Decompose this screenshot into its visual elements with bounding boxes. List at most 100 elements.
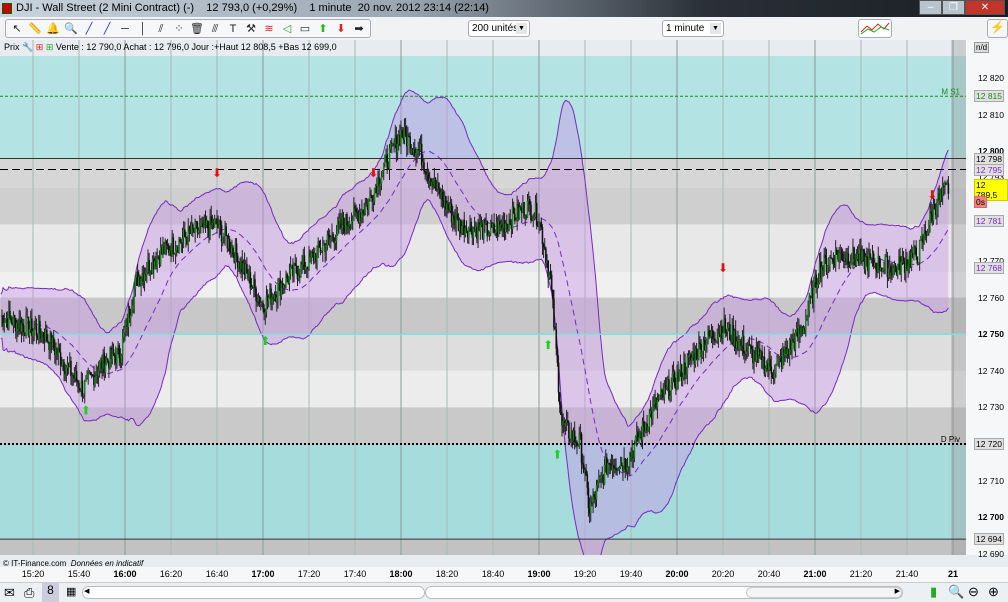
candle-body (63, 361, 65, 372)
candle-body (194, 221, 196, 233)
vertical-line-icon[interactable]: │ (136, 22, 150, 36)
credit-source: © IT-Finance.com (3, 559, 67, 568)
candle-body (23, 325, 25, 333)
candle-body (552, 289, 554, 299)
candle-body (890, 265, 892, 273)
alarm-icon[interactable]: 🔔 (46, 22, 60, 36)
points-icon[interactable]: ⁘ (172, 22, 186, 36)
magnifier-icon[interactable]: 🔍 (64, 22, 78, 36)
candle-body (526, 200, 529, 218)
price-chart[interactable]: M S1 D Piv ⬆ ⬆ ⬆ ⬆ ⬇ ⬇ ⬇ ⬇ (0, 40, 966, 555)
candle-body (617, 469, 620, 471)
scroll-right-icon[interactable]: ▶ (895, 587, 900, 595)
scroll-left-icon[interactable]: ◀ (84, 587, 89, 595)
parallel-icon[interactable]: ⫻ (208, 22, 222, 36)
background-band (0, 539, 966, 555)
time-tick: 16:40 (205, 569, 229, 579)
candle-body (213, 219, 216, 228)
close-button[interactable]: ✕ (965, 0, 1005, 15)
ruler-icon[interactable]: 📏 (28, 22, 42, 36)
line-icon[interactable]: ╱ (82, 22, 96, 36)
time-tick: 18:00 (389, 569, 413, 579)
candle-body (555, 329, 558, 349)
zoom-in-icon[interactable]: ⊕ (988, 584, 999, 600)
price-axis[interactable]: n/d 12 82012 81012 80012 79312 79012 780… (966, 40, 1008, 559)
scrollbar-thumb[interactable] (746, 587, 902, 598)
export-icon[interactable]: ▦ (66, 585, 76, 598)
candle-body (216, 218, 218, 225)
horizontal-scrollbar[interactable]: ◀ (82, 586, 425, 599)
candle-body (869, 253, 871, 259)
candle-body (342, 217, 345, 226)
indicators-icon[interactable] (858, 19, 892, 38)
tools-icon[interactable]: ⚒ (244, 22, 258, 36)
trendline-icon[interactable]: ╱ (100, 22, 114, 36)
candle-body (771, 373, 774, 378)
candle-body (300, 262, 302, 277)
settings-icon[interactable]: 🔧 (22, 42, 33, 52)
auto-zoom-icon[interactable]: 🔍 (948, 584, 964, 600)
candle-body (487, 235, 490, 237)
candle-body (722, 332, 724, 339)
candle-body (726, 327, 729, 333)
candle-body (118, 345, 121, 359)
candle-body (249, 272, 252, 289)
right-arrow-icon[interactable]: ➡ (352, 22, 366, 36)
print-icon[interactable]: ⎙ (24, 585, 34, 601)
price-tick: 12 810 (978, 109, 1004, 120)
rectangle-icon[interactable]: ▭ (298, 22, 312, 36)
candle-body (828, 265, 830, 267)
title-bar: DJI - Wall Street (2 Mini Contract) (-) … (0, 0, 1008, 17)
candle-body (593, 494, 595, 497)
candle-body (535, 202, 538, 226)
sell-arrow-icon[interactable]: ⬇ (334, 22, 348, 36)
add-icon[interactable]: ⊞ (46, 42, 54, 52)
candle-body (661, 389, 663, 393)
chart-type-icon[interactable]: ▮ (930, 584, 937, 600)
candle-body (684, 362, 686, 376)
candle-body (915, 247, 917, 257)
candle-body (518, 207, 521, 219)
channel-icon[interactable]: ⫽ (154, 22, 168, 36)
remove-icon[interactable]: ⊞ (36, 42, 44, 52)
candle-body (472, 227, 475, 238)
link-icon[interactable]: 8 (42, 583, 59, 602)
candle-body (184, 229, 186, 237)
restore-button[interactable]: ❐ (942, 0, 965, 15)
candle-body (698, 342, 700, 359)
candle-body (447, 203, 449, 210)
cursor-icon[interactable]: ↖ (10, 22, 24, 36)
candle-body (558, 392, 561, 405)
candle-body (568, 422, 570, 439)
level-name: D Piv (941, 435, 960, 444)
candle-body (185, 236, 187, 239)
interval-select[interactable]: 1 minute ▼ (662, 20, 724, 37)
candle-body (434, 178, 437, 189)
zoom-out-icon[interactable]: ⊖ (968, 584, 979, 600)
candle-body (28, 329, 31, 336)
minimize-button[interactable]: – (919, 0, 942, 15)
candle-body (181, 238, 184, 243)
text-icon[interactable]: T (226, 22, 240, 36)
fan-icon[interactable]: ◁ (280, 22, 294, 36)
candle-body (316, 247, 318, 262)
candle-body (816, 284, 819, 288)
scrollbar-track[interactable]: ▶ (425, 586, 903, 599)
trash-icon[interactable]: 🗑 (190, 22, 204, 36)
buy-arrow-icon[interactable]: ⬆ (316, 22, 330, 36)
time-tick: 21:40 (895, 569, 919, 579)
horizontal-line-icon[interactable]: ─ (118, 22, 132, 36)
candle-body (4, 319, 7, 323)
time-axis[interactable]: 15:20 15:40 16:00 16:20 16:40 17:00 17:20 17:40… (0, 567, 1008, 582)
fibonacci-icon[interactable]: ≋ (262, 22, 276, 36)
candle-body (542, 244, 545, 248)
mail-icon[interactable]: ✉ (4, 585, 15, 601)
candle-body (658, 394, 661, 400)
candle-body (219, 219, 222, 226)
candle-body (120, 354, 123, 363)
quote-summary: Vente : 12 790,0 Achat : 12 796,0 Jour :… (55, 42, 337, 52)
signals-icon[interactable]: ⚡ (987, 19, 1008, 38)
units-select[interactable]: 200 unités ▼ (468, 20, 530, 37)
candle-body (113, 354, 116, 357)
candle-body (918, 241, 921, 263)
